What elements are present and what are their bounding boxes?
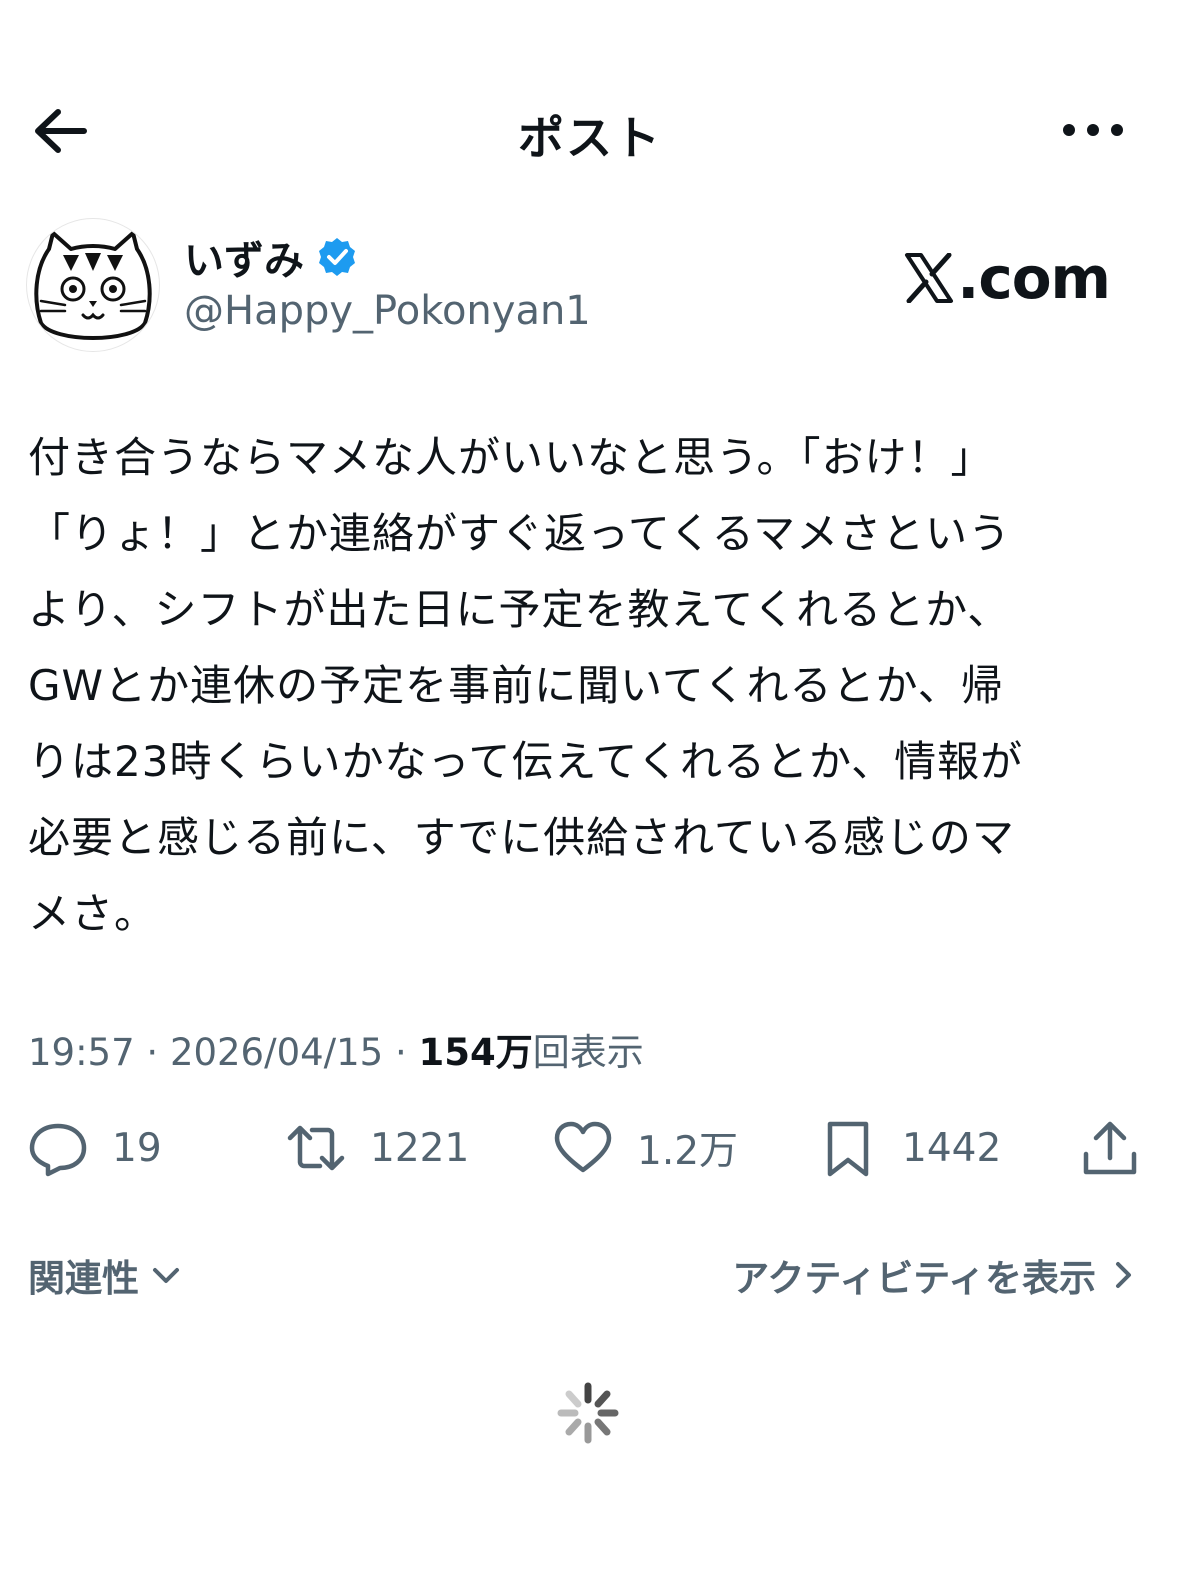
avatar[interactable] bbox=[26, 218, 160, 352]
verified-badge-icon bbox=[319, 238, 355, 276]
reply-button[interactable]: 19 bbox=[28, 1118, 162, 1178]
brand-watermark: .com bbox=[903, 244, 1111, 312]
share-button[interactable] bbox=[1080, 1118, 1140, 1178]
cat-face-icon bbox=[34, 231, 152, 340]
like-count: 1.2万 bbox=[637, 1129, 739, 1174]
tweet-line: 必要と感じる前に、すでに供給されている感じのマ bbox=[28, 813, 1015, 862]
bookmark-button[interactable]: 1442 bbox=[818, 1118, 1001, 1178]
retweet-count: 1221 bbox=[370, 1125, 470, 1171]
like-button[interactable]: 1.2万 bbox=[553, 1118, 738, 1178]
tweet-line: 付き合うならマメな人がいいなと思う。「おけ！」 bbox=[28, 433, 994, 482]
chevron-right-icon bbox=[1116, 1262, 1131, 1288]
user-handle[interactable]: @Happy_Pokonyan1 bbox=[184, 288, 591, 334]
top-bar: ポスト bbox=[0, 90, 1180, 170]
views-count: 154万 bbox=[418, 1031, 533, 1074]
brand-suffix: .com bbox=[957, 244, 1111, 312]
page-title: ポスト bbox=[518, 111, 662, 165]
relevance-sort-button[interactable]: 関連性 bbox=[28, 1248, 183, 1302]
more-horizontal-icon bbox=[1063, 124, 1123, 136]
share-icon bbox=[1083, 1121, 1137, 1175]
x-logo-icon bbox=[905, 253, 954, 303]
tweet-line: 「りょ！」とか連絡がすぐ返ってくるマメさという bbox=[28, 509, 1012, 558]
tweet-text: 付き合うならマメな人がいいなと思う。「おけ！」 「りょ！」とか連絡がすぐ返ってくる… bbox=[28, 420, 1153, 952]
tweet-line: りは23時くらいかなって伝えてくれるとか、情報が bbox=[28, 737, 1024, 786]
chevron-down-icon bbox=[153, 1268, 179, 1283]
tweet-line: メさ。 bbox=[28, 889, 158, 938]
tweet-line: より、シフトが出た日に予定を教えてくれるとか、 bbox=[28, 585, 1011, 634]
bookmark-count: 1442 bbox=[902, 1125, 1002, 1171]
relevance-label: 関連性 bbox=[28, 1257, 139, 1300]
retweet-button[interactable]: 1221 bbox=[286, 1118, 469, 1178]
retweet-icon bbox=[287, 1125, 345, 1171]
view-activity-link[interactable]: アクティビティを表示 bbox=[732, 1248, 1140, 1302]
post-time[interactable]: 19:57 bbox=[28, 1031, 135, 1074]
heart-icon bbox=[554, 1121, 612, 1173]
bookmark-icon bbox=[827, 1121, 869, 1177]
tweet-line: GWとか連休の予定を事前に聞いてくれるとか、帰 bbox=[28, 661, 1004, 710]
more-button[interactable] bbox=[1061, 116, 1125, 144]
action-bar: 19 1221 1.2万 1442 bbox=[28, 1118, 1140, 1188]
tweet-meta: 19:57 · 2026/04/15 · 154万回表示 bbox=[28, 1031, 644, 1074]
activity-label: アクティビティを表示 bbox=[732, 1257, 1096, 1300]
reply-icon bbox=[29, 1123, 87, 1177]
loading-spinner-icon bbox=[557, 1382, 619, 1444]
display-name-row: いずみ bbox=[184, 232, 358, 284]
views-label: 回表示 bbox=[532, 1031, 644, 1074]
post-date[interactable]: 2026/04/15 bbox=[170, 1031, 383, 1074]
author-block: いずみ @Happy_Pokonyan1 .com bbox=[26, 214, 1154, 354]
display-name[interactable]: いずみ bbox=[184, 228, 304, 286]
reply-count: 19 bbox=[112, 1125, 162, 1171]
